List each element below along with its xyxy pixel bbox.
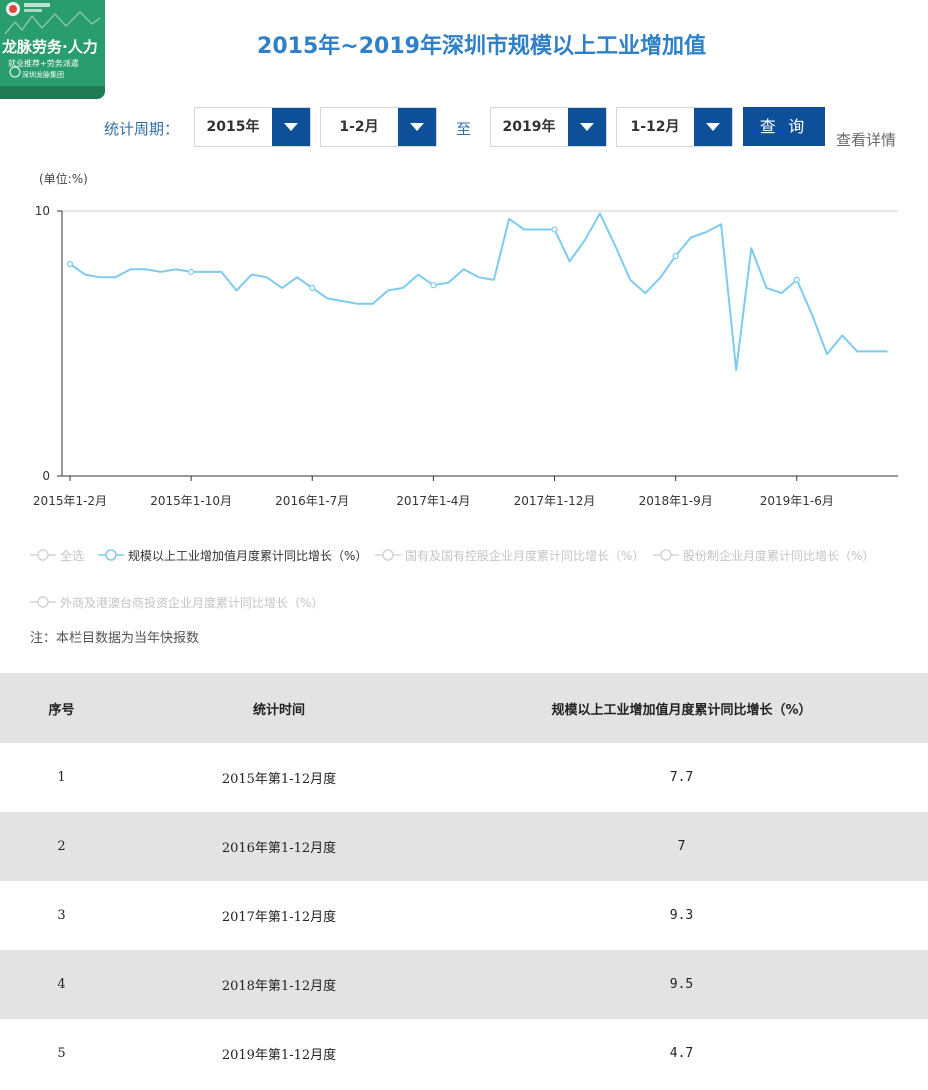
row-time: 2018年第1-12月度 <box>123 950 435 1019</box>
data-point <box>309 284 316 291</box>
y-tick-label: 0 <box>42 469 50 483</box>
table-row: 1 2015年第1-12月度 7.7 <box>0 743 928 812</box>
end-year-value: 2019年 <box>502 119 556 135</box>
end-year-select[interactable]: 2019年 <box>490 107 607 147</box>
period-label: 统计周期： <box>104 120 180 138</box>
x-tick-label: 2017年1-4月 <box>396 494 470 508</box>
x-tick-label: 2017年1-12月 <box>514 494 596 508</box>
chevron-down-icon <box>580 123 594 131</box>
data-point <box>793 276 800 284</box>
end-month-select[interactable]: 1-12月 <box>616 107 733 147</box>
start-year-value: 2015年 <box>206 119 260 135</box>
chevron-down-icon <box>284 123 298 131</box>
chevron-down-icon <box>706 123 720 131</box>
legend-marker-icon <box>98 549 124 561</box>
data-point <box>672 252 679 260</box>
table-row: 3 2017年第1-12月度 9.3 <box>0 881 928 950</box>
legend-label: 外商及港澳台商投资企业月度累计同比增长（%） <box>60 596 324 610</box>
x-tick-label: 2016年1-7月 <box>275 494 349 508</box>
data-point <box>551 226 558 233</box>
row-index: 2 <box>0 812 123 881</box>
row-time: 2016年第1-12月度 <box>123 812 435 881</box>
table-row: 4 2018年第1-12月度 9.5 <box>0 950 928 1019</box>
page-title: 2015年~2019年深圳市规模以上工业增加值 <box>257 34 706 59</box>
line-chart: 0 10 2015年1-2月 2015年1-10月 2016年1-7月 2017年1-4月… <box>33 204 898 508</box>
start-month-dropdown-button[interactable] <box>398 108 436 146</box>
row-value: 4.7 <box>669 1046 694 1061</box>
row-value: 7 <box>435 812 928 881</box>
table-header-row: 序号 统计时间 规模以上工业增加值月度累计同比增长（%） <box>0 673 928 743</box>
data-table: 序号 统计时间 规模以上工业增加值月度累计同比增长（%） 1 2015年第1-1… <box>0 673 928 1088</box>
col-header-time: 统计时间 <box>123 673 435 743</box>
col-header-index: 序号 <box>0 673 123 743</box>
query-bar: 统计周期： 2015年 1-2月 至 2019年 1-12月 查 询 查看详情 <box>0 107 928 150</box>
data-point <box>430 282 437 289</box>
table-row: 5 2019年第1-12月度 4.7 <box>0 1019 928 1088</box>
data-point <box>66 260 74 268</box>
y-tick-label: 10 <box>35 204 50 218</box>
legend-marker-icon <box>30 596 56 608</box>
end-month-value: 1-12月 <box>630 119 680 135</box>
legend-label: 规模以上工业增加值月度累计同比增长（%） <box>128 549 368 563</box>
legend-marker-icon <box>375 549 401 561</box>
start-year-dropdown-button[interactable] <box>272 108 310 146</box>
row-value: 9.5 <box>435 950 928 1019</box>
unit-label: (单位:%) <box>39 172 88 186</box>
end-month-dropdown-button[interactable] <box>694 108 732 146</box>
row-index: 5 <box>57 1046 66 1061</box>
legend-marker-icon <box>30 549 56 561</box>
legend-marker-icon <box>653 549 679 561</box>
row-time: 2017年第1-12月度 <box>221 910 337 925</box>
row-index: 4 <box>0 950 123 1019</box>
query-button[interactable]: 查 询 <box>743 107 825 146</box>
data-note: 注：本栏目数据为当年快报数 <box>30 631 200 646</box>
series-line <box>69 212 888 371</box>
table-row: 2 2016年第1-12月度 7 <box>0 812 928 881</box>
start-year-select[interactable]: 2015年 <box>194 107 311 147</box>
col-header-growth: 规模以上工业增加值月度累计同比增长（%） <box>435 673 928 743</box>
legend-label: 国有及国有控股企业月度累计同比增长（%） <box>405 549 645 563</box>
x-tick-label: 2019年1-6月 <box>760 494 834 508</box>
row-index: 3 <box>57 908 66 923</box>
x-tick-label: 2015年1-2月 <box>33 494 107 508</box>
x-tick-label: 2018年1-9月 <box>639 494 713 508</box>
data-point <box>188 268 195 276</box>
x-tick-label: 2015年1-10月 <box>150 494 232 508</box>
legend-label: 全选 <box>60 549 85 563</box>
start-month-value: 1-2月 <box>339 119 379 135</box>
row-time: 2015年第1-12月度 <box>221 772 337 787</box>
logo-org: 深圳龙脉集团 <box>22 71 64 79</box>
row-time: 2019年第1-12月度 <box>221 1048 337 1063</box>
legend-label: 股份制企业月度累计同比增长（%） <box>683 549 875 563</box>
chevron-down-icon <box>410 123 424 131</box>
row-value: 9.3 <box>669 908 694 923</box>
row-index: 1 <box>57 770 66 785</box>
view-details-link[interactable]: 查看详情 <box>836 129 896 150</box>
start-month-select[interactable]: 1-2月 <box>320 107 437 147</box>
end-year-dropdown-button[interactable] <box>568 108 606 146</box>
to-label: 至 <box>456 120 472 138</box>
row-value: 7.7 <box>669 770 694 785</box>
